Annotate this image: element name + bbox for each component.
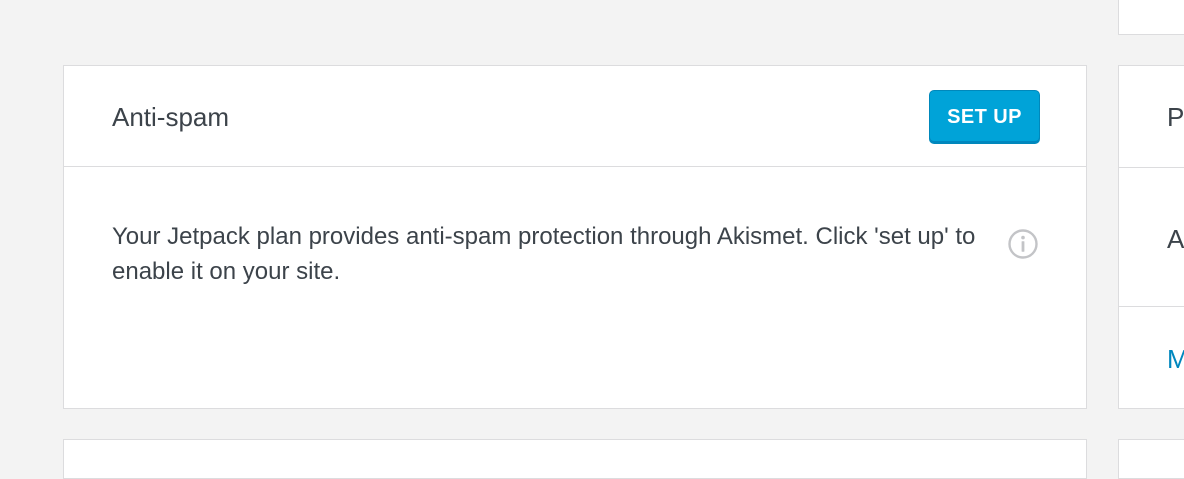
side-card-link[interactable]: M	[1167, 344, 1184, 374]
antispam-card-header: Anti-spam SET UP	[64, 66, 1086, 167]
side-card: P A M	[1118, 65, 1184, 409]
antispam-card-title: Anti-spam	[112, 102, 230, 132]
next-side-card	[1118, 439, 1184, 479]
side-card-divider-1	[1119, 167, 1184, 168]
antispam-card: Anti-spam SET UP Your Jetpack plan provi…	[63, 65, 1087, 409]
side-card-top	[1118, 0, 1184, 35]
side-card-divider-2	[1119, 306, 1184, 307]
next-card	[63, 439, 1087, 479]
info-icon[interactable]	[1007, 228, 1039, 260]
side-card-row2-text: A	[1167, 224, 1184, 254]
antispam-description: Your Jetpack plan provides anti-spam pro…	[112, 223, 976, 285]
side-card-row1-text: P	[1167, 102, 1184, 132]
setup-button[interactable]: SET UP	[929, 90, 1040, 144]
